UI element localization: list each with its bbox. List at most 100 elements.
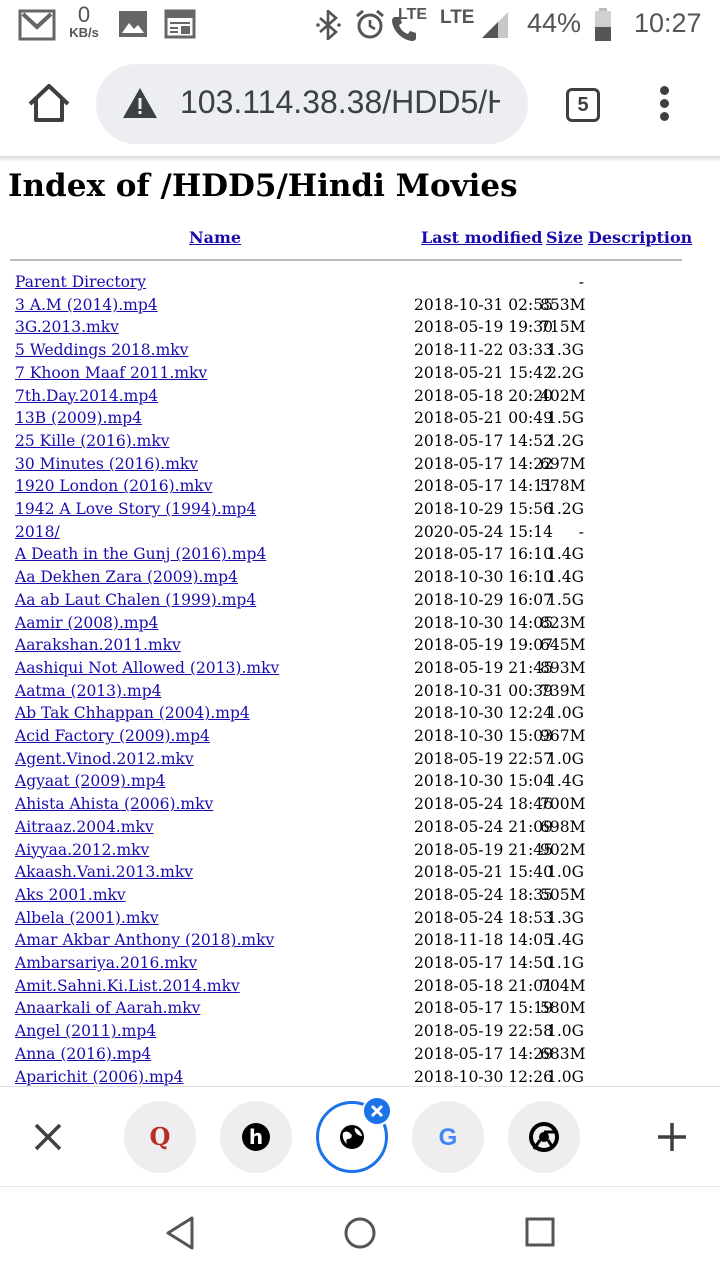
file-link[interactable]: Acid Factory (2009).mp4 bbox=[15, 725, 210, 748]
size-cell: 893M bbox=[540, 658, 586, 677]
size-cell: 1.4G bbox=[546, 931, 584, 950]
tab-quora[interactable]: Q bbox=[124, 1101, 196, 1173]
file-link[interactable]: 1942 A Love Story (1994).mp4 bbox=[15, 498, 256, 521]
file-link[interactable]: Agyaat (2009).mp4 bbox=[15, 770, 165, 793]
home-circle-icon[interactable] bbox=[342, 1215, 378, 1251]
last-modified-cell: 2018-05-24 18:35 bbox=[414, 885, 553, 904]
size-cell: 1.5G bbox=[546, 590, 584, 609]
size-cell: 700M bbox=[540, 795, 586, 814]
last-modified-cell: 2018-05-21 00:49 bbox=[414, 409, 553, 428]
clock: 10:27 bbox=[634, 8, 702, 38]
file-link[interactable]: 30 Minutes (2016).mkv bbox=[15, 453, 198, 476]
size-cell: 402M bbox=[540, 386, 586, 405]
file-link[interactable]: Aiyyaa.2012.mkv bbox=[15, 839, 149, 862]
size-cell: 853M bbox=[540, 295, 586, 314]
column-header-size[interactable]: Size bbox=[546, 228, 583, 247]
size-cell: 1.0G bbox=[546, 749, 584, 768]
table-row: Aatma (2013).mp4 2018-10-31 00:39 739M bbox=[0, 680, 720, 703]
file-link[interactable]: Aashiqui Not Allowed (2013).mkv bbox=[15, 657, 279, 680]
size-cell: 697M bbox=[540, 454, 586, 473]
last-modified-cell: 2018-10-30 14:05 bbox=[414, 613, 553, 632]
close-tab-badge[interactable] bbox=[362, 1096, 392, 1126]
file-link[interactable]: Agent.Vinod.2012.mkv bbox=[15, 748, 194, 771]
url-text[interactable]: 103.114.38.38/HDD5/Hindi Movies/ bbox=[180, 84, 500, 121]
file-link[interactable]: Amit.Sahni.Ki.List.2014.mkv bbox=[15, 975, 240, 998]
file-link[interactable]: 3 A.M (2014).mp4 bbox=[15, 294, 158, 317]
file-link[interactable]: Amar Akbar Anthony (2018).mkv bbox=[15, 929, 274, 952]
last-modified-cell: 2018-05-18 21:01 bbox=[414, 976, 553, 995]
table-row: Aitraaz.2004.mkv 2018-05-24 21:09 698M bbox=[0, 816, 720, 839]
bluetooth-icon bbox=[316, 10, 341, 40]
overflow-menu-icon[interactable] bbox=[654, 86, 674, 126]
close-icon bbox=[370, 1104, 384, 1118]
tab-chrome[interactable] bbox=[508, 1101, 580, 1173]
size-cell: 1.2G bbox=[546, 500, 584, 518]
file-link[interactable]: Ambarsariya.2016.mkv bbox=[15, 952, 197, 975]
table-row: 13B (2009).mp4 2018-05-21 00:49 1.5G bbox=[0, 407, 720, 430]
url-bar[interactable]: 103.114.38.38/HDD5/Hindi Movies/ bbox=[96, 64, 528, 144]
file-link[interactable]: Akaash.Vani.2013.mkv bbox=[15, 861, 193, 884]
table-row: Anna (2016).mp4 2018-05-17 14:29 683M bbox=[0, 1043, 720, 1066]
last-modified-cell: 2018-10-31 02:55 bbox=[414, 295, 553, 314]
file-link[interactable]: Aarakshan.2011.mkv bbox=[15, 634, 181, 657]
column-header-last-modified[interactable]: Last modified bbox=[421, 228, 542, 247]
file-link[interactable]: Aks 2001.mkv bbox=[15, 884, 126, 907]
parent-directory-link[interactable]: Parent Directory bbox=[15, 271, 146, 294]
file-link[interactable]: 13B (2009).mp4 bbox=[15, 407, 142, 430]
table-row: 1942 A Love Story (1994).mp4 2018-10-29 1… bbox=[0, 498, 720, 521]
last-modified-cell: 2018-05-19 21:45 bbox=[414, 658, 553, 677]
not-secure-warning-icon[interactable] bbox=[122, 86, 158, 120]
last-modified-cell: 2018-05-17 14:50 bbox=[414, 954, 553, 972]
new-tab-icon[interactable] bbox=[652, 1117, 692, 1157]
last-modified-cell: 2018-11-22 03:33 bbox=[414, 341, 553, 360]
file-link[interactable]: Albela (2001).mkv bbox=[15, 907, 159, 930]
tab-h-site[interactable]: h bbox=[220, 1101, 292, 1173]
file-link[interactable]: Aparichit (2006).mp4 bbox=[15, 1066, 183, 1087]
close-all-tabs-icon[interactable] bbox=[28, 1117, 68, 1157]
file-link[interactable]: 25 Kille (2016).mkv bbox=[15, 430, 170, 453]
last-modified-cell: 2018-05-24 18:46 bbox=[414, 795, 553, 814]
table-row: Aa ab Laut Chalen (1999).mp4 2018-10-29 1… bbox=[0, 589, 720, 612]
back-icon[interactable] bbox=[164, 1215, 196, 1251]
table-row: Akaash.Vani.2013.mkv 2018-05-21 15:40 1.0G bbox=[0, 861, 720, 884]
file-link[interactable]: Ab Tak Chhappan (2004).mp4 bbox=[15, 702, 250, 725]
last-modified-cell: 2018-10-30 15:03 bbox=[414, 727, 553, 745]
file-link[interactable]: Ahista Ahista (2006).mkv bbox=[15, 793, 213, 816]
battery-percent: 44% bbox=[527, 8, 582, 38]
file-link[interactable]: 7th.Day.2014.mp4 bbox=[15, 385, 158, 408]
file-link[interactable]: Anna (2016).mp4 bbox=[15, 1043, 151, 1066]
file-link[interactable]: Aatma (2013).mp4 bbox=[15, 680, 161, 703]
size-cell: 645M bbox=[540, 636, 586, 655]
column-header-name[interactable]: Name bbox=[189, 228, 241, 247]
file-link[interactable]: Aamir (2008).mp4 bbox=[15, 612, 158, 635]
last-modified-cell: 2020-05-24 15:14 bbox=[414, 522, 553, 541]
file-link[interactable]: Angel (2011).mp4 bbox=[15, 1020, 156, 1043]
recents-icon[interactable] bbox=[524, 1216, 556, 1248]
last-modified-cell: 2018-05-19 22:58 bbox=[414, 1022, 553, 1041]
file-link[interactable]: 7 Khoon Maaf 2011.mkv bbox=[15, 362, 207, 385]
file-link[interactable]: Anaarkali of Aarah.mkv bbox=[15, 997, 200, 1020]
file-link[interactable]: Aa ab Laut Chalen (1999).mp4 bbox=[15, 589, 256, 612]
last-modified-cell: 2018-10-30 12:24 bbox=[414, 704, 553, 723]
file-link[interactable]: 2018/ bbox=[15, 521, 60, 544]
last-modified-cell: 2018-05-19 21:45 bbox=[414, 840, 553, 859]
size-cell: 683M bbox=[540, 1044, 586, 1063]
last-modified-cell: 2018-10-30 16:10 bbox=[414, 568, 553, 587]
table-row: 3 A.M (2014).mp4 2018-10-31 02:55 853M bbox=[0, 294, 720, 317]
table-row: Angel (2011).mp4 2018-05-19 22:58 1.0G bbox=[0, 1020, 720, 1043]
tab-google[interactable]: G bbox=[412, 1101, 484, 1173]
file-link[interactable]: Aitraaz.2004.mkv bbox=[15, 816, 154, 839]
lte-label: LTE bbox=[440, 7, 475, 28]
table-row: A Death in the Gunj (2016).mp4 2018-05-17… bbox=[0, 543, 720, 566]
column-header-description[interactable]: Description bbox=[588, 228, 692, 247]
size-cell: 1.5G bbox=[546, 409, 584, 428]
tab-switcher-button[interactable]: 5 bbox=[566, 88, 600, 122]
file-link[interactable]: A Death in the Gunj (2016).mp4 bbox=[15, 543, 266, 566]
file-link[interactable]: Aa Dekhen Zara (2009).mp4 bbox=[15, 566, 238, 589]
table-row: Parent Directory - bbox=[0, 271, 720, 294]
file-link[interactable]: 1920 London (2016).mkv bbox=[15, 475, 212, 498]
file-link[interactable]: 3G.2013.mkv bbox=[15, 316, 119, 339]
home-icon[interactable] bbox=[26, 80, 72, 126]
file-link[interactable]: 5 Weddings 2018.mkv bbox=[15, 339, 188, 362]
quora-icon: Q bbox=[150, 1122, 171, 1151]
